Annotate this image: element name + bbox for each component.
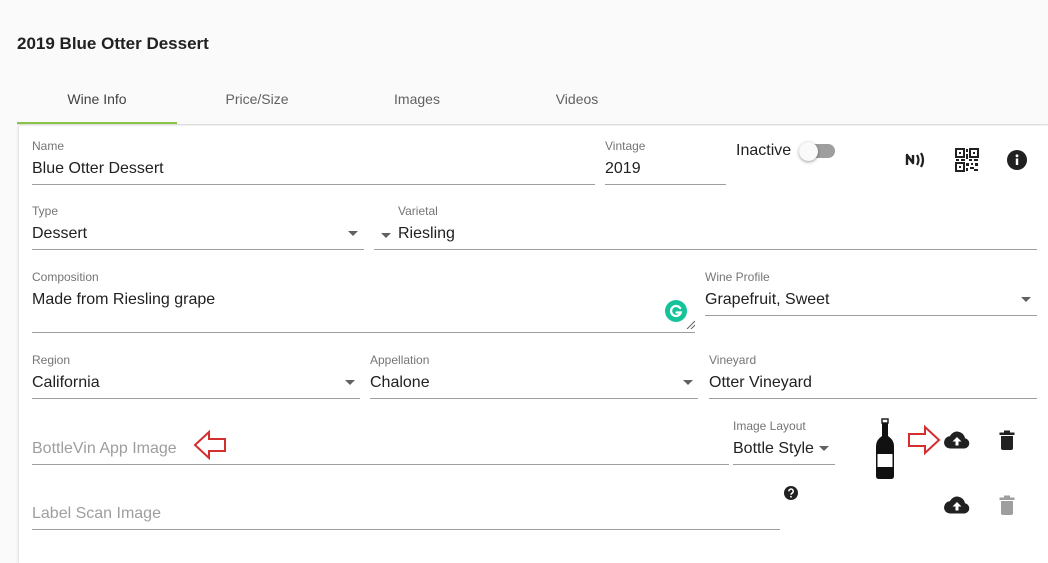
image-layout-dropdown-icon[interactable] <box>819 446 829 451</box>
nfc-icon[interactable] <box>904 150 930 170</box>
bottlevin-image-input[interactable]: BottleVin App Image <box>32 440 177 458</box>
varietal-dropdown-icon[interactable] <box>381 233 391 238</box>
wine-profile-select[interactable]: Grapefruit, Sweet <box>705 291 830 309</box>
name-input[interactable]: Blue Otter Dessert <box>32 160 164 178</box>
vineyard-underline <box>709 398 1037 399</box>
varietal-select[interactable]: Riesling <box>398 225 455 243</box>
name-underline <box>32 184 595 185</box>
name-label: Name <box>32 139 65 153</box>
image-layout-label: Image Layout <box>733 419 806 433</box>
page-title: 2019 Blue Otter Dessert <box>17 34 209 53</box>
help-icon[interactable] <box>783 485 799 501</box>
type-underline <box>32 249 364 250</box>
inactive-label: Inactive <box>736 142 792 159</box>
type-select[interactable]: Dessert <box>32 225 87 243</box>
varietal-underline <box>374 249 1037 250</box>
vineyard-input[interactable]: Otter Vineyard <box>709 374 812 392</box>
bottlevin-image-underline <box>32 464 729 465</box>
region-select[interactable]: California <box>32 374 100 392</box>
delete-icon-disabled <box>997 493 1017 517</box>
qr-code-icon[interactable] <box>954 147 980 173</box>
label-scan-image-input[interactable]: Label Scan Image <box>32 505 161 523</box>
delete-icon[interactable] <box>997 428 1017 452</box>
image-layout-select[interactable]: Bottle Style <box>733 440 814 458</box>
composition-underline <box>32 332 695 333</box>
region-underline <box>32 398 360 399</box>
varietal-label: Varietal <box>398 204 438 218</box>
composition-textarea[interactable]: Made from Riesling grape <box>32 291 215 309</box>
tab-bar: Wine Info Price/Size Images Videos <box>17 82 1048 125</box>
resize-handle-icon[interactable] <box>685 319 695 329</box>
cloud-upload-icon[interactable] <box>944 493 970 517</box>
inactive-toggle-knob[interactable] <box>799 142 818 161</box>
arrow-right-outline-icon <box>907 425 941 455</box>
tab-images[interactable]: Images <box>337 82 497 122</box>
tab-price-size[interactable]: Price/Size <box>177 82 337 122</box>
appellation-dropdown-icon[interactable] <box>683 380 693 385</box>
wine-info-card <box>19 126 1048 563</box>
region-dropdown-icon[interactable] <box>345 380 355 385</box>
vintage-underline <box>605 184 726 185</box>
info-icon[interactable] <box>1006 149 1028 171</box>
appellation-select[interactable]: Chalone <box>370 374 430 392</box>
tab-videos[interactable]: Videos <box>497 82 657 122</box>
image-layout-underline <box>733 464 835 465</box>
label-scan-image-underline <box>32 529 780 530</box>
wine-profile-label: Wine Profile <box>705 270 770 284</box>
wine-profile-dropdown-icon[interactable] <box>1021 297 1031 302</box>
arrow-left-outline-icon <box>193 430 227 460</box>
wine-profile-underline <box>705 315 1037 316</box>
tab-wine-info[interactable]: Wine Info <box>17 82 177 124</box>
appellation-underline <box>370 398 698 399</box>
wine-bottle-icon <box>873 418 897 480</box>
composition-label: Composition <box>32 270 99 284</box>
cloud-upload-icon[interactable] <box>944 428 970 452</box>
region-label: Region <box>32 353 71 367</box>
vineyard-label: Vineyard <box>709 353 757 367</box>
type-dropdown-icon[interactable] <box>348 231 358 236</box>
vintage-label: Vintage <box>605 139 646 153</box>
type-label: Type <box>32 204 59 218</box>
vintage-input[interactable]: 2019 <box>605 160 641 178</box>
appellation-label: Appellation <box>370 353 430 367</box>
